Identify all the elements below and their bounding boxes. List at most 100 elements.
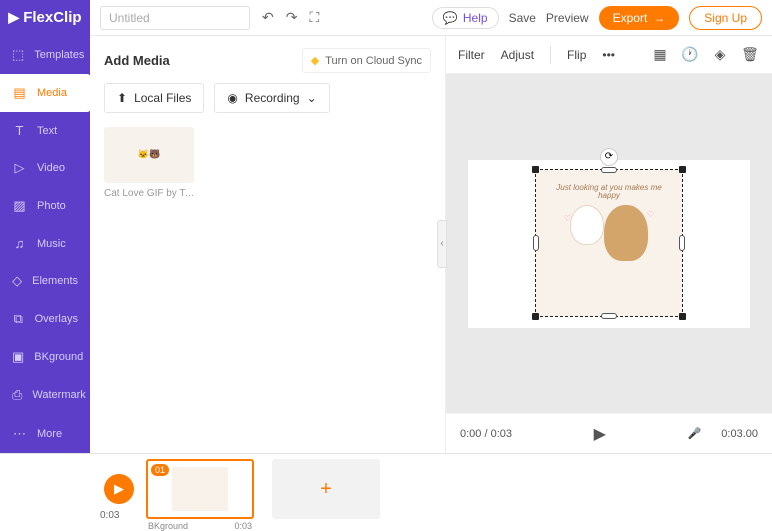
fullscreen-icon[interactable]: ⛶ xyxy=(309,9,319,26)
resize-handle-b[interactable] xyxy=(601,313,617,319)
playback-controls: 0:00 / 0:03 ▶ 🎤 0:03.00 xyxy=(446,413,772,453)
chevron-down-icon: ⌄ xyxy=(307,91,317,105)
resize-handle-bl[interactable] xyxy=(532,313,539,320)
undo-icon[interactable]: ↶ xyxy=(262,9,274,26)
sidebar-label: Overlays xyxy=(35,313,78,325)
logo-icon: ▶ xyxy=(8,9,19,26)
sidebar-label: Watermark xyxy=(32,389,85,401)
rotate-handle[interactable]: ⟳ xyxy=(600,148,618,166)
recording-button[interactable]: ◉Recording⌄ xyxy=(214,83,329,113)
music-icon: ♫ xyxy=(12,236,27,251)
layers-icon[interactable]: ◈ xyxy=(710,45,730,65)
video-icon: ▷ xyxy=(12,160,27,176)
sidebar-label: More xyxy=(37,428,62,440)
sidebar-item-more[interactable]: ⋯ More xyxy=(0,415,90,453)
timeline: ▶ 0:03 01 BKground 0:03 + xyxy=(0,453,772,524)
sidebar-item-elements[interactable]: ◇ Elements xyxy=(0,262,90,300)
bear-graphic xyxy=(604,205,648,261)
sidebar-label: Media xyxy=(37,87,67,99)
adjust-button[interactable]: Adjust xyxy=(501,48,534,62)
thumbnail-label: Cat Love GIF by Tonton ... xyxy=(104,188,196,199)
sidebar-item-text[interactable]: T Text xyxy=(0,112,90,149)
canvas[interactable]: ⟳ Just looking at you makes me happy ♡ ♡ xyxy=(468,160,750,328)
export-button[interactable]: Export → xyxy=(599,6,680,30)
resize-handle-l[interactable] xyxy=(533,235,539,251)
record-icon: ◉ xyxy=(227,91,237,105)
overlays-icon: ⧉ xyxy=(12,311,25,327)
more-options-icon[interactable]: ••• xyxy=(602,48,615,62)
export-label: Export xyxy=(613,11,648,25)
resize-handle-tl[interactable] xyxy=(532,166,539,173)
media-icon: ▤ xyxy=(12,85,27,101)
sidebar-item-templates[interactable]: ⬚ Templates xyxy=(0,36,90,74)
elements-icon: ◇ xyxy=(12,273,22,289)
help-label: Help xyxy=(463,11,488,25)
canvas-stage[interactable]: ‹ ⟳ Just looking at you makes me happy ♡ xyxy=(446,74,772,413)
play-button[interactable]: ▶ xyxy=(594,424,606,444)
grid-icon[interactable]: ▦ xyxy=(650,45,670,65)
more-icon: ⋯ xyxy=(12,426,27,442)
sidebar-label: Text xyxy=(37,125,57,137)
local-files-label: Local Files xyxy=(134,91,191,105)
project-title-text: Untitled xyxy=(109,11,150,25)
timeline-clip[interactable]: 01 BKground 0:03 xyxy=(146,459,254,519)
media-thumbnail[interactable]: 🐱🐻 Cat Love GIF by Tonton ... xyxy=(104,127,431,199)
resize-handle-br[interactable] xyxy=(679,313,686,320)
cat-graphic xyxy=(570,205,604,245)
sidebar-item-music[interactable]: ♫Music xyxy=(0,225,90,262)
bkground-icon: ▣ xyxy=(12,349,24,365)
preview-button[interactable]: Preview xyxy=(546,11,589,25)
help-button[interactable]: 💬 Help xyxy=(432,7,499,29)
sidebar-label: BKground xyxy=(34,351,83,363)
redo-icon[interactable]: ↷ xyxy=(286,9,298,26)
sidebar-item-photo[interactable]: ▨ Photo xyxy=(0,187,90,225)
flip-button[interactable]: Flip xyxy=(567,48,586,62)
thumbnail-image: 🐱🐻 xyxy=(104,127,194,183)
timeline-play-button[interactable]: ▶ xyxy=(104,474,134,504)
clip-duration-label: 0:03 xyxy=(234,521,252,531)
clip-content: Just looking at you makes me happy ♡ ♡ xyxy=(550,184,668,302)
filter-button[interactable]: Filter xyxy=(458,48,485,62)
sidebar-label: Templates xyxy=(34,49,84,61)
sidebar-label: Elements xyxy=(32,275,78,287)
duration-display: 0:03.00 xyxy=(721,428,758,440)
sidebar-item-overlays[interactable]: ⧉ Overlays xyxy=(0,300,90,338)
app-logo[interactable]: ▶FlexClip xyxy=(0,0,90,36)
photo-icon: ▨ xyxy=(12,198,27,214)
templates-icon: ⬚ xyxy=(12,47,24,63)
sidebar: ⬚Templates ▤Media TText ▷Video ▨Photo ♫M… xyxy=(0,36,90,453)
timeline-time: 0:03 xyxy=(100,510,119,521)
separator xyxy=(550,46,551,64)
watermark-icon: ⎙ xyxy=(12,387,22,403)
chat-icon: 💬 xyxy=(443,11,458,25)
sidebar-item-media[interactable]: ▤ Media xyxy=(0,74,91,112)
sidebar-item-watermark[interactable]: ⎙ Watermark xyxy=(0,376,90,414)
resize-handle-r[interactable] xyxy=(679,235,685,251)
signup-button[interactable]: Sign Up xyxy=(689,6,762,30)
sidebar-label: Photo xyxy=(37,200,66,212)
clip-caption: Just looking at you makes me happy xyxy=(550,184,668,202)
save-button[interactable]: Save xyxy=(509,11,536,25)
local-files-button[interactable]: ⬆ Local Files xyxy=(104,83,204,113)
microphone-icon[interactable]: 🎤 xyxy=(688,427,702,440)
arrow-right-icon: → xyxy=(653,11,665,25)
collapse-handle[interactable]: ‹ xyxy=(437,220,447,268)
sidebar-item-video[interactable]: ▷ Video xyxy=(0,149,90,187)
clip-thumbnail xyxy=(172,467,228,511)
delete-icon[interactable]: 🗑 xyxy=(740,45,760,65)
time-icon[interactable]: 🕐 xyxy=(680,45,700,65)
sidebar-item-bkground[interactable]: ▣ BKground xyxy=(0,338,90,376)
cloud-sync-label: Turn on Cloud Sync xyxy=(325,55,422,67)
upload-icon: ⬆ xyxy=(117,91,127,105)
text-icon: T xyxy=(12,123,27,138)
heart-icon: ♡ xyxy=(647,210,654,219)
project-title-input[interactable]: Untitled xyxy=(100,6,250,30)
selection-frame[interactable]: ⟳ Just looking at you makes me happy ♡ ♡ xyxy=(535,169,683,317)
media-title: Add Media xyxy=(104,53,170,68)
sidebar-label: Video xyxy=(37,162,65,174)
cloud-sync-button[interactable]: ◆Turn on Cloud Sync xyxy=(302,48,431,73)
add-clip-button[interactable]: + xyxy=(272,459,380,519)
resize-handle-t[interactable] xyxy=(601,167,617,173)
resize-handle-tr[interactable] xyxy=(679,166,686,173)
logo-text: FlexClip xyxy=(23,9,81,26)
